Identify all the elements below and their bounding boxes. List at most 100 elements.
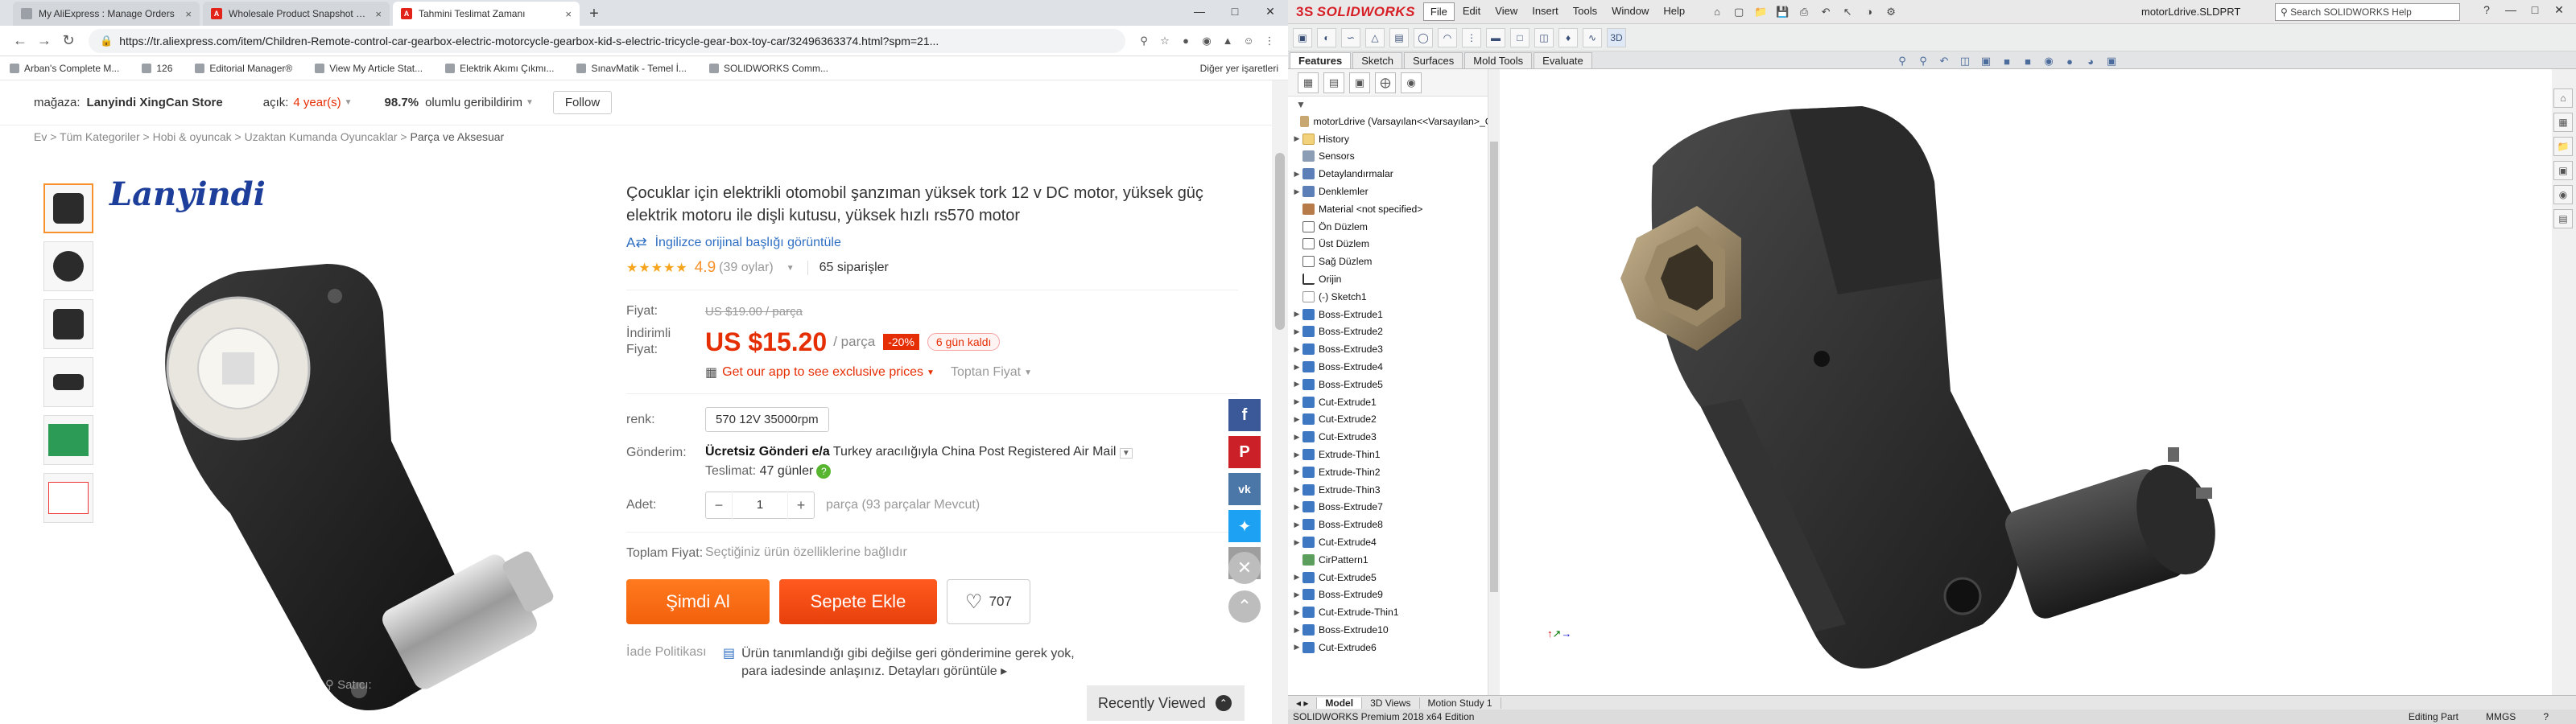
tree-item[interactable]: ▶ Boss-Extrude8 — [1291, 516, 1498, 533]
profile-avatar[interactable]: ☺ — [1238, 31, 1259, 51]
recently-viewed-panel[interactable]: Recently Viewed ⌃ — [1087, 685, 1245, 721]
extrude-icon[interactable]: ▣ — [1293, 27, 1312, 47]
resources-icon[interactable]: ⌂ — [2553, 88, 2573, 108]
configuration-manager-icon[interactable]: ▣ — [1349, 72, 1370, 93]
pinterest-icon[interactable]: P — [1228, 436, 1261, 468]
url-field[interactable]: 🔒 https://tr.aliexpress.com/item/Childre… — [89, 28, 1125, 53]
facebook-icon[interactable]: f — [1228, 399, 1261, 431]
breadcrumb-item[interactable]: Uzaktan Kumanda Oyuncaklar — [245, 130, 398, 143]
new-file-icon[interactable]: ▢ — [1729, 3, 1748, 21]
menu-item-tools[interactable]: Tools — [1567, 2, 1604, 21]
chevron-down-icon[interactable]: ▼ — [526, 98, 534, 107]
tab-surfaces[interactable]: Surfaces — [1403, 52, 1463, 68]
tree-item[interactable]: Ön Düzlem — [1291, 218, 1498, 236]
zoom-icon[interactable]: ⚲ — [1133, 31, 1154, 51]
rebuild-icon[interactable]: ◑ — [1860, 3, 1879, 21]
view-orientation-icon[interactable]: ■ — [1998, 53, 2016, 69]
thumbnail-image[interactable] — [43, 183, 93, 233]
quantity-increase-button[interactable]: + — [788, 497, 814, 514]
close-icon[interactable]: ✕ — [1253, 0, 1288, 23]
chevron-down-icon[interactable]: ▼ — [345, 98, 353, 107]
back-icon[interactable]: ← — [8, 29, 32, 53]
buy-now-button[interactable]: Şimdi Al — [626, 579, 770, 624]
tree-item[interactable]: Üst Düzlem — [1291, 236, 1498, 253]
mirror-icon[interactable]: ◫ — [1534, 27, 1554, 47]
close-icon[interactable]: ✕ — [1228, 552, 1261, 584]
expand-arrow-icon[interactable]: ▶ — [1291, 170, 1302, 179]
revolve-icon[interactable]: ◐ — [1317, 27, 1336, 47]
vk-icon[interactable]: vk — [1228, 473, 1261, 505]
custom-properties-icon[interactable]: ▤ — [2553, 209, 2573, 228]
tree-item[interactable]: Material <not specified> — [1291, 200, 1498, 218]
chevron-down-icon[interactable]: ▼ — [927, 368, 935, 377]
tab-sketch[interactable]: Sketch — [1352, 52, 1402, 68]
save-icon[interactable]: 💾 — [1773, 3, 1792, 21]
home-icon[interactable]: ⌂ — [1707, 3, 1727, 21]
undo-icon[interactable]: ↶ — [1816, 3, 1835, 21]
model-tab[interactable]: Model — [1317, 697, 1363, 709]
section-view-icon[interactable]: ◫ — [1956, 53, 1974, 69]
tree-item[interactable]: ▶ Boss-Extrude10 — [1291, 621, 1498, 639]
display-manager-icon[interactable]: ◉ — [1401, 72, 1422, 93]
twitter-icon[interactable]: ✦ — [1228, 510, 1261, 542]
help-search-input[interactable]: ⚲ Search SOLIDWORKS Help — [2275, 3, 2460, 21]
tab-features[interactable]: Features — [1290, 52, 1352, 68]
expand-arrow-icon[interactable]: ▶ — [1291, 415, 1302, 424]
expand-arrow-icon[interactable]: ▶ — [1291, 590, 1302, 599]
bookmark-item[interactable]: Elektrik Akımı Çıkmı... — [445, 63, 554, 74]
curves-icon[interactable]: ∿ — [1583, 27, 1602, 47]
breadcrumb-item[interactable]: Tüm Kategoriler — [60, 130, 140, 143]
rib-icon[interactable]: ▬ — [1486, 27, 1505, 47]
expand-arrow-icon[interactable]: ▶ — [1291, 134, 1302, 143]
expand-arrow-icon[interactable]: ▶ — [1291, 538, 1302, 547]
policy-details-link[interactable]: Detayları görüntüle — [888, 664, 997, 678]
view-palette-icon[interactable]: ▣ — [2553, 161, 2573, 180]
expand-arrow-icon[interactable]: ▶ — [1291, 310, 1302, 319]
chevron-down-icon[interactable]: ▼ — [1119, 448, 1133, 459]
pattern-icon[interactable]: ⋮ — [1462, 27, 1481, 47]
quantity-input[interactable]: 1 — [732, 492, 788, 519]
tree-scrollbar[interactable] — [1488, 69, 1499, 695]
product-image[interactable] — [101, 175, 601, 724]
bookmark-item[interactable]: SOLIDWORKS Comm... — [708, 63, 828, 74]
cut-extrude-icon[interactable]: ▤ — [1389, 27, 1409, 47]
quantity-decrease-button[interactable]: − — [706, 497, 732, 514]
expand-arrow-icon[interactable]: ▶ — [1291, 345, 1302, 354]
tree-item[interactable]: CirPattern1 — [1291, 551, 1498, 569]
expand-arrow-icon[interactable]: ▶ — [1291, 643, 1302, 652]
new-tab-button[interactable]: + — [583, 2, 605, 26]
tree-item[interactable]: ▶ Cut-Extrude-Thin1 — [1291, 603, 1498, 621]
store-name-link[interactable]: Lanyindi XingCan Store — [87, 96, 223, 109]
hole-wizard-icon[interactable]: ◯ — [1414, 27, 1433, 47]
tab-scroll-arrows[interactable]: ◂ ▸ — [1288, 697, 1318, 709]
chevron-down-icon[interactable]: ▼ — [786, 264, 795, 273]
tree-item[interactable]: ▶ Detaylandırmalar — [1291, 165, 1498, 183]
tab-mold-tools[interactable]: Mold Tools — [1464, 52, 1533, 68]
solidworks-logo[interactable]: 3S SOLIDWORKS — [1288, 4, 1423, 20]
tree-item[interactable]: ▶ Cut-Extrude1 — [1291, 393, 1498, 411]
tree-item[interactable]: ▶ Boss-Extrude5 — [1291, 376, 1498, 393]
chevron-up-icon[interactable]: ⌃ — [1215, 695, 1232, 711]
maximize-icon[interactable]: □ — [2523, 3, 2547, 17]
expand-arrow-icon[interactable]: ▶ — [1291, 450, 1302, 459]
tree-item[interactable]: (-) Sketch1 — [1291, 288, 1498, 306]
tree-item[interactable]: ▶ Boss-Extrude3 — [1291, 340, 1498, 358]
bookmark-item[interactable]: Editorial Manager® — [195, 63, 292, 74]
bookmark-item[interactable]: SınavMatik - Temel İ... — [576, 63, 687, 74]
tree-item[interactable]: motorLdrive (Varsayılan<<Varsayılan>_Gö — [1291, 113, 1498, 130]
select-icon[interactable]: ↖ — [1838, 3, 1857, 21]
expand-arrow-icon[interactable]: ▶ — [1291, 608, 1302, 617]
help-icon[interactable]: ? — [2543, 711, 2549, 722]
previous-view-icon[interactable]: ↶ — [1935, 53, 1953, 69]
color-option[interactable]: 570 12V 35000rpm — [705, 407, 829, 432]
expand-arrow-icon[interactable]: ▶ — [1291, 573, 1302, 582]
bookmark-item[interactable]: Arban's Complete M... — [10, 63, 119, 74]
expand-arrow-icon[interactable]: ▶ — [1291, 467, 1302, 476]
expand-arrow-icon[interactable]: ▶ — [1291, 485, 1302, 494]
extension-icon[interactable]: ▲ — [1217, 31, 1238, 51]
dimxpert-icon[interactable]: ⨁ — [1375, 72, 1396, 93]
view-settings-icon[interactable]: ▣ — [2103, 53, 2120, 69]
status-units[interactable]: MMGS — [2486, 711, 2516, 722]
reference-geometry-icon[interactable]: ♦ — [1558, 27, 1578, 47]
tree-item[interactable]: Orijin — [1291, 270, 1498, 288]
